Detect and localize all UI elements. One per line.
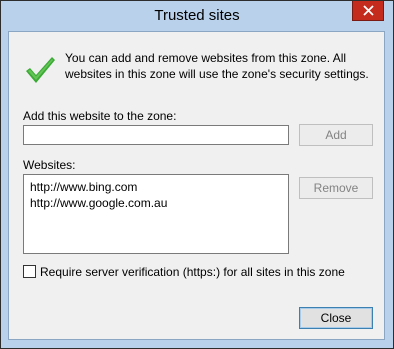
require-verification-checkbox[interactable]	[23, 265, 36, 278]
websites-label: Websites:	[23, 158, 76, 172]
add-website-label: Add this website to the zone:	[23, 109, 177, 123]
zone-info-text: You can add and remove websites from thi…	[65, 51, 369, 81]
add-website-input[interactable]	[23, 125, 289, 145]
require-verification-label[interactable]: Require server verification (https:) for…	[40, 265, 345, 279]
dialog-body: You can add and remove websites from thi…	[8, 31, 385, 340]
close-button[interactable]: Close	[299, 307, 373, 329]
trusted-sites-dialog: Trusted sites You can add and remove web…	[0, 0, 394, 349]
green-checkmark-icon	[26, 57, 55, 83]
list-item[interactable]: http://www.bing.com	[24, 179, 288, 195]
window-close-button[interactable]	[352, 1, 384, 21]
websites-list[interactable]: http://www.bing.com http://www.google.co…	[23, 174, 289, 254]
title-bar[interactable]: Trusted sites	[1, 1, 393, 31]
list-item[interactable]: http://www.google.com.au	[24, 195, 288, 211]
window-title: Trusted sites	[154, 7, 240, 24]
add-button[interactable]: Add	[299, 124, 373, 146]
close-icon	[363, 5, 374, 16]
remove-button[interactable]: Remove	[299, 177, 373, 199]
